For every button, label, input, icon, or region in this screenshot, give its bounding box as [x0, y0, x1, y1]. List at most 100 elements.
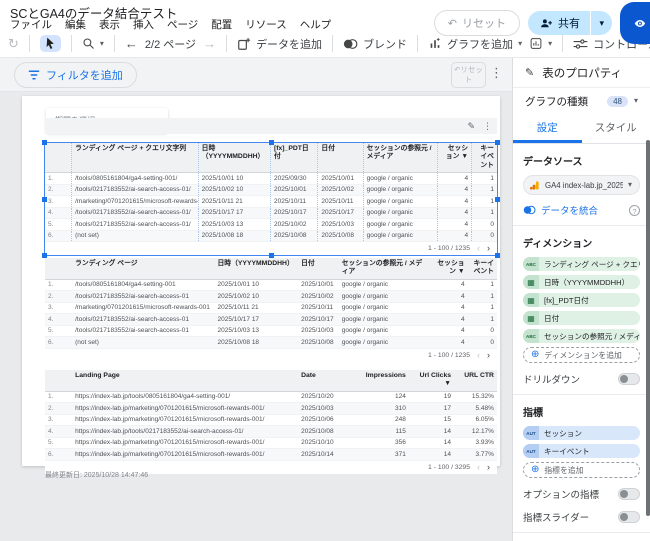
- table-row: 1./tools/0805161804/ga4-setting-001/2025…: [45, 173, 497, 185]
- tab-style[interactable]: スタイル: [582, 114, 650, 143]
- dimension-chip[interactable]: ▦ [fx]_PDT日付: [523, 293, 640, 307]
- metric-chip[interactable]: AUT セッション: [523, 426, 640, 440]
- selection-handle[interactable]: [42, 197, 47, 203]
- selection-handle[interactable]: [269, 140, 274, 145]
- table-cell: 14: [443, 427, 452, 435]
- column-header[interactable]: 日付: [298, 258, 339, 279]
- table-cell: 2025/10/08: [271, 230, 319, 242]
- next-page-icon[interactable]: ›: [487, 462, 490, 472]
- chart-type-row[interactable]: グラフの種類 48 ▾: [513, 88, 650, 114]
- column-header[interactable]: セッションの参照元 / メディア: [364, 143, 439, 173]
- column-header[interactable]: 日付: [318, 143, 364, 173]
- column-header[interactable]: ランディング ページ + クエリ文字列: [72, 143, 199, 173]
- next-page-icon[interactable]: ›: [487, 350, 490, 360]
- help-icon[interactable]: ?: [629, 204, 640, 216]
- column-header[interactable]: Impressions: [361, 370, 408, 391]
- prev-page-button[interactable]: ←: [125, 36, 138, 51]
- column-header[interactable]: [45, 370, 72, 391]
- column-header[interactable]: 日時（YYYYMMDDHH）: [199, 143, 271, 173]
- redo-button[interactable]: ↻: [8, 36, 19, 52]
- page-indicator[interactable]: 2/2 ページ: [145, 36, 196, 52]
- column-header[interactable]: URL CTR: [454, 370, 497, 391]
- selection-handle[interactable]: [495, 140, 500, 145]
- blend-data-button[interactable]: ブレンド: [343, 36, 407, 52]
- menu-page[interactable]: ページ: [167, 17, 198, 32]
- selection-handle[interactable]: [269, 253, 274, 259]
- selection-handle[interactable]: [495, 253, 500, 259]
- metric-chip-label: セッション: [544, 428, 582, 438]
- edit-pencil-icon[interactable]: ✎: [467, 121, 475, 131]
- zoom-tool-button[interactable]: ▾: [82, 37, 104, 50]
- column-header[interactable]: [fx]_PDT日付: [271, 143, 319, 173]
- metric-slider-row: 指標スライダー: [523, 510, 640, 524]
- select-tool-button[interactable]: [39, 35, 61, 52]
- add-metric-label: 指標を追加: [544, 465, 584, 475]
- looker-studio-app: SCとGA4のデータ結合テスト ファイル 編集 表示 挿入 ページ 配置 リソー…: [0, 0, 650, 541]
- column-header[interactable]: キーイベント: [468, 258, 497, 279]
- dimension-chip[interactable]: ABC ランディング ページ + クエリ文...: [523, 257, 640, 271]
- column-header[interactable]: 日時（YYYYMMDDHH）: [214, 258, 298, 279]
- add-dimension-button[interactable]: ⊕ ディメンションを追加: [523, 347, 640, 363]
- next-page-icon[interactable]: ›: [487, 244, 490, 253]
- selection-handle[interactable]: [495, 197, 500, 203]
- column-header[interactable]: セッション ▼: [431, 258, 467, 279]
- table-ga4[interactable]: ランディング ページ 日時（YYYYMMDDHH） 日付 セッションの参照元 / メデ…: [45, 258, 497, 362]
- dimension-chip[interactable]: ▦ 日時（YYYYMMDDHH）: [523, 275, 640, 289]
- add-filter-button[interactable]: フィルタを追加: [14, 61, 137, 88]
- panel-scrollbar[interactable]: [646, 140, 650, 516]
- prev-page-icon[interactable]: ‹: [477, 244, 480, 253]
- table-cell: 1: [490, 209, 494, 217]
- more-options-icon[interactable]: ⋮: [490, 66, 503, 79]
- dimension-chip[interactable]: ABC セッションの参照元 / メディア: [523, 329, 640, 343]
- next-page-button[interactable]: →: [203, 36, 216, 51]
- selection-handle[interactable]: [42, 253, 47, 259]
- column-header[interactable]: ランディング ページ: [72, 258, 214, 279]
- menu-arrange[interactable]: 配置: [211, 17, 232, 32]
- menu-edit[interactable]: 編集: [65, 17, 86, 32]
- menu-resource[interactable]: リソース: [245, 17, 286, 32]
- add-data-button[interactable]: データを追加: [237, 36, 322, 52]
- share-menu-button[interactable]: ▾: [591, 11, 612, 35]
- blend-data-row[interactable]: データを統合 ?: [523, 203, 640, 217]
- column-header[interactable]: [45, 143, 73, 173]
- metric-chip[interactable]: AUT キーイベント: [523, 444, 640, 458]
- reset-button[interactable]: ↶ リセット: [433, 10, 520, 36]
- column-header[interactable]: Landing Page: [72, 370, 298, 391]
- filter-reset-button[interactable]: ↶リセット: [451, 62, 486, 88]
- dimension-chip[interactable]: ▦ 日付: [523, 311, 640, 325]
- table-header-row: ランディング ページ + クエリ文字列 日時（YYYYMMDDHH） [fx]_PD…: [45, 143, 497, 174]
- menu-help[interactable]: ヘルプ: [300, 17, 332, 32]
- share-button[interactable]: 共有: [527, 11, 590, 35]
- drilldown-toggle[interactable]: [618, 373, 640, 385]
- column-header[interactable]: Url Clicks ▼: [409, 370, 454, 391]
- eye-icon: [634, 19, 646, 27]
- table-cell: 1: [490, 197, 494, 205]
- column-header[interactable]: セッションの参照元 / メディア: [339, 258, 432, 279]
- report-page[interactable]: 期間を選択 ▾ ✎ ⋮: [22, 96, 500, 474]
- column-header[interactable]: [45, 258, 72, 279]
- table-cell: https://index-lab.jp/marketing/070120161…: [75, 416, 265, 424]
- column-header[interactable]: セッション ▼: [438, 143, 473, 173]
- report-canvas[interactable]: 期間を選択 ▾ ✎ ⋮: [0, 92, 512, 541]
- view-button[interactable]: 表示: [620, 2, 650, 44]
- table-cell: 2025/10/01: [271, 184, 319, 196]
- chart-menu-icon[interactable]: ⋮: [483, 121, 492, 131]
- table-cell: 2025/10/01 10: [217, 281, 260, 289]
- menu-view[interactable]: 表示: [99, 17, 120, 32]
- menu-insert[interactable]: 挿入: [133, 17, 154, 32]
- add-dimension-label: ディメンションを追加: [544, 350, 622, 360]
- table-cell: 2025/10/02 10: [217, 292, 260, 300]
- metric-slider-toggle[interactable]: [618, 511, 640, 523]
- column-header[interactable]: Date: [298, 370, 361, 391]
- menu-file[interactable]: ファイル: [10, 17, 52, 32]
- data-source-chip[interactable]: GA4 index-lab.jp_202510 ▾: [523, 175, 640, 195]
- prev-page-icon[interactable]: ‹: [477, 462, 480, 472]
- optional-metrics-toggle[interactable]: [618, 488, 640, 500]
- add-metric-button[interactable]: ⊕ 指標を追加: [523, 462, 640, 478]
- tab-setup[interactable]: 設定: [513, 114, 582, 143]
- table-search-console[interactable]: Landing Page Date Impressions Url Clicks ▼ U…: [45, 370, 497, 474]
- table-blended-selected[interactable]: ランディング ページ + クエリ文字列 日時（YYYYMMDDHH） [fx]_PD…: [42, 140, 500, 259]
- selection-handle[interactable]: [42, 140, 47, 145]
- column-header[interactable]: キーイベント: [472, 143, 497, 172]
- prev-page-icon[interactable]: ‹: [477, 350, 480, 360]
